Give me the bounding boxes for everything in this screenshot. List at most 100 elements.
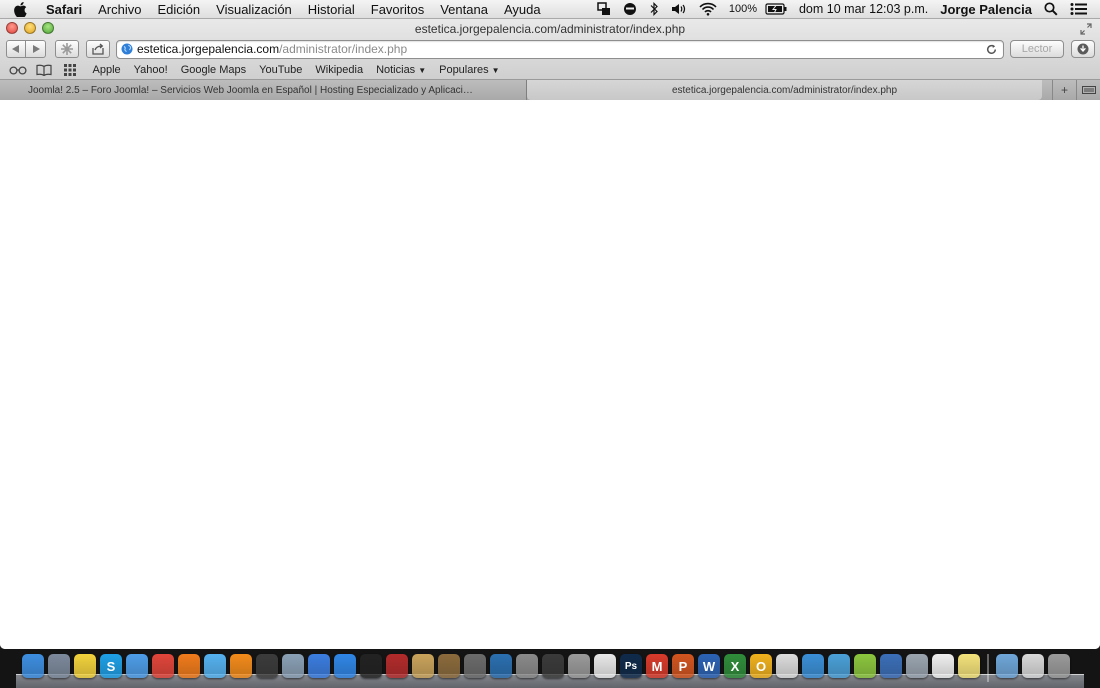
contacts-icon[interactable] — [412, 654, 434, 678]
dock-icons: S Ps M P W X O — [22, 654, 1070, 682]
stickies-icon[interactable] — [74, 654, 96, 678]
firefox-icon[interactable] — [178, 654, 200, 678]
sync-icon[interactable] — [802, 654, 824, 678]
word-icon[interactable]: W — [698, 654, 720, 678]
activity-monitor-icon[interactable] — [542, 654, 564, 678]
outlook-icon[interactable]: O — [750, 654, 772, 678]
textedit-icon[interactable] — [776, 654, 798, 678]
network-utility-icon[interactable] — [828, 654, 850, 678]
messages-icon[interactable] — [204, 654, 226, 678]
bookmark-wikipedia[interactable]: Wikipedia — [309, 64, 370, 76]
menu-app-name[interactable]: Safari — [40, 0, 90, 19]
clock[interactable]: dom 10 mar 12:03 p.m. — [793, 2, 934, 16]
forward-button[interactable] — [26, 40, 46, 58]
spotlight-icon[interactable] — [1038, 2, 1064, 16]
screen-sharing-icon[interactable] — [591, 2, 617, 16]
window-title: estetica.jorgepalencia.com/administrator… — [414, 21, 686, 36]
volume-icon[interactable] — [665, 2, 693, 16]
bluetooth-icon[interactable] — [643, 2, 665, 16]
tab-bar: Joomla! 2.5 – Foro Joomla! – Servicios W… — [0, 80, 1100, 101]
trash-icon[interactable] — [1048, 654, 1070, 678]
mindjet-icon[interactable]: M — [646, 654, 668, 678]
fullscreen-icon[interactable] — [1080, 22, 1092, 35]
tab-estetica-admin[interactable]: estetica.jorgepalencia.com/administrator… — [527, 80, 1042, 100]
preview-icon[interactable] — [282, 654, 304, 678]
photo-booth-icon[interactable] — [386, 654, 408, 678]
menu-visualizacion[interactable]: Visualización — [208, 0, 300, 19]
iphoto-icon[interactable] — [438, 654, 460, 678]
dock-separator — [987, 654, 989, 682]
mask-icon[interactable] — [617, 2, 643, 16]
bookmark-yahoo[interactable]: Yahoo! — [127, 64, 174, 76]
notification-center-icon[interactable] — [1064, 2, 1094, 16]
movistar-icon[interactable] — [854, 654, 876, 678]
reload-icon[interactable] — [986, 44, 997, 55]
vlc-icon[interactable] — [230, 654, 252, 678]
share-button[interactable] — [86, 40, 110, 58]
new-tab-button[interactable]: + — [1052, 80, 1076, 100]
share-icon — [92, 43, 104, 55]
menu-ventana[interactable]: Ventana — [432, 0, 496, 19]
safari-icon[interactable] — [126, 654, 148, 678]
applications-folder-icon[interactable] — [996, 654, 1018, 678]
bookmarks-bar: Apple Yahoo! Google Maps YouTube Wikiped… — [0, 60, 1100, 80]
window-toolbar: estetica.jorgepalencia.com/administrator… — [0, 19, 1100, 101]
minimize-window-button[interactable] — [24, 22, 36, 34]
chrome-icon[interactable] — [152, 654, 174, 678]
top-sites-grid-icon[interactable] — [60, 63, 80, 77]
apple-menu-icon[interactable] — [0, 1, 40, 17]
download-icon — [1077, 43, 1089, 55]
notes-icon[interactable] — [932, 654, 954, 678]
blackberry-icon[interactable] — [360, 654, 382, 678]
documents-stack-icon[interactable] — [1022, 654, 1044, 678]
dock: S Ps M P W X O — [0, 649, 1100, 688]
menu-archivo[interactable]: Archivo — [90, 0, 149, 19]
photoshop-icon[interactable]: Ps — [620, 654, 642, 678]
tab-joomla-foro[interactable]: Joomla! 2.5 – Foro Joomla! – Servicios W… — [0, 80, 527, 100]
notepad-icon[interactable] — [958, 654, 980, 678]
bookmark-google-maps[interactable]: Google Maps — [174, 64, 252, 76]
tab-overview-button[interactable] — [1076, 80, 1100, 100]
imovie-icon[interactable] — [464, 654, 486, 678]
disk-utility-icon[interactable] — [568, 654, 590, 678]
bookmark-youtube[interactable]: YouTube — [253, 64, 309, 76]
bookmark-apple[interactable]: Apple — [86, 64, 127, 76]
tab-list-icon — [1081, 86, 1096, 94]
downloads-button[interactable] — [1071, 40, 1095, 58]
address-bar[interactable]: estetica.jorgepalencia.com/administrator… — [116, 39, 1004, 59]
remote-desktop-icon[interactable] — [880, 654, 902, 678]
menu-favoritos[interactable]: Favoritos — [363, 0, 432, 19]
back-button[interactable] — [6, 40, 26, 58]
forward-arrow-icon — [32, 45, 40, 53]
excel-icon[interactable]: X — [724, 654, 746, 678]
user-name[interactable]: Jorge Palencia — [934, 2, 1038, 17]
battery-percent[interactable]: 100% — [723, 3, 759, 15]
battery-icon[interactable] — [759, 3, 793, 15]
menu-edicion[interactable]: Edición — [150, 0, 209, 19]
menu-ayuda[interactable]: Ayuda — [496, 0, 549, 19]
wifi-icon[interactable] — [693, 2, 723, 16]
bookmark-folder-noticias[interactable]: Noticias ▼ — [370, 64, 433, 76]
menu-historial[interactable]: Historial — [300, 0, 363, 19]
zoom-window-button[interactable] — [42, 22, 54, 34]
facetime-icon[interactable] — [256, 654, 278, 678]
system-preferences-icon[interactable] — [516, 654, 538, 678]
itunes-icon[interactable] — [308, 654, 330, 678]
screenshot-icon[interactable] — [906, 654, 928, 678]
launchpad-icon[interactable] — [48, 654, 70, 678]
quicktime-icon[interactable] — [490, 654, 512, 678]
bookmark-folder-populares[interactable]: Populares ▼ — [433, 64, 506, 76]
skype-icon[interactable]: S — [100, 654, 122, 678]
powerpoint-icon[interactable]: P — [672, 654, 694, 678]
close-window-button[interactable] — [6, 22, 18, 34]
bookmarks-book-icon[interactable] — [34, 63, 54, 77]
app-store-icon[interactable] — [334, 654, 356, 678]
finder-icon[interactable] — [22, 654, 44, 678]
reading-list-icon[interactable] — [8, 63, 28, 77]
url-path: /administrator/index.php — [279, 42, 408, 56]
extension-button[interactable] — [55, 40, 79, 58]
acrobat-icon[interactable] — [594, 654, 616, 678]
reader-button[interactable]: Lector — [1010, 40, 1064, 58]
page-content[interactable] — [0, 100, 1100, 649]
title-bar: estetica.jorgepalencia.com/administrator… — [0, 19, 1100, 38]
